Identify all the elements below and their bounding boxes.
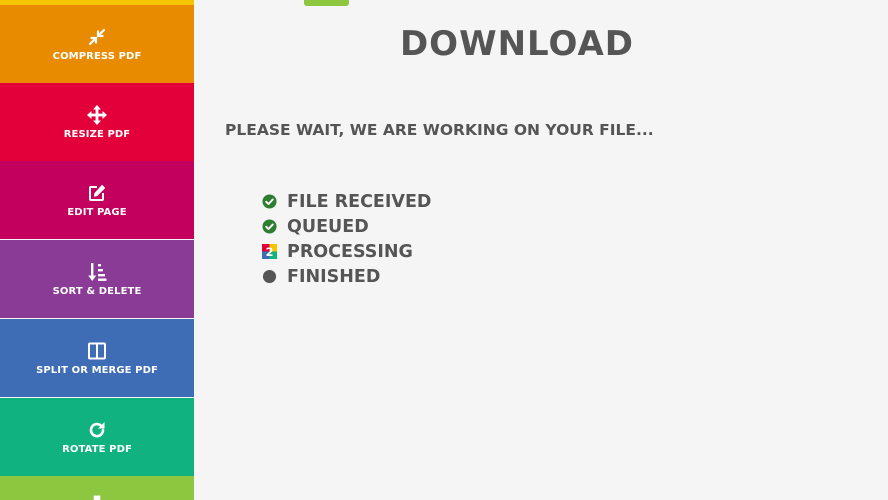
sidebar-item-label: EDIT PAGE bbox=[67, 206, 127, 218]
sidebar-item-compress-pdf[interactable]: COMPRESS PDF bbox=[0, 5, 194, 83]
step-queued: QUEUED bbox=[262, 214, 431, 239]
step-processing: 2 PROCESSING bbox=[262, 239, 431, 264]
check-circle-icon bbox=[262, 219, 277, 234]
arrows-move-icon bbox=[87, 104, 107, 125]
check-circle-icon bbox=[262, 194, 277, 209]
step-label: FINISHED bbox=[287, 266, 381, 287]
progress-steps: FILE RECEIVED QUEUED 2 PROCESSING FINISH… bbox=[262, 189, 431, 289]
sidebar-item-rotate-pdf[interactable]: ROTATE PDF bbox=[0, 398, 194, 476]
edit-icon bbox=[89, 184, 106, 201]
sidebar-item-label: SPLIT OR MERGE PDF bbox=[36, 364, 158, 376]
svg-text:2: 2 bbox=[266, 246, 274, 259]
tab-accent bbox=[304, 0, 349, 6]
sort-icon bbox=[88, 262, 107, 281]
sidebar-item-label: ROTATE PDF bbox=[62, 443, 132, 455]
download-panel: DOWNLOAD PLEASE WAIT, WE ARE WORKING ON … bbox=[194, 0, 888, 500]
processing-icon: 2 bbox=[262, 244, 277, 259]
columns-icon bbox=[88, 342, 106, 359]
wait-message: PLEASE WAIT, WE ARE WORKING ON YOUR FILE… bbox=[225, 121, 654, 139]
step-label: QUEUED bbox=[287, 216, 369, 237]
sidebar-item-label: RESIZE PDF bbox=[63, 128, 131, 140]
sidebar-item-more[interactable] bbox=[0, 476, 194, 500]
step-label: PROCESSING bbox=[287, 241, 413, 262]
sidebar-item-sort-delete[interactable]: SORT & DELETE bbox=[0, 240, 194, 318]
page-title: DOWNLOAD bbox=[399, 24, 635, 64]
sidebar-item-resize-pdf[interactable]: RESIZE PDF bbox=[0, 83, 194, 161]
step-finished: FINISHED bbox=[262, 264, 431, 289]
sidebar-item-edit-page[interactable]: EDIT PAGE bbox=[0, 161, 194, 239]
circle-icon bbox=[262, 269, 277, 284]
rotate-icon bbox=[89, 421, 105, 437]
sidebar-item-label: COMPRESS PDF bbox=[52, 50, 142, 62]
compress-icon bbox=[88, 28, 106, 45]
step-file-received: FILE RECEIVED bbox=[262, 189, 431, 214]
step-label: FILE RECEIVED bbox=[287, 191, 432, 212]
sidebar-item-split-merge-pdf[interactable]: SPLIT OR MERGE PDF bbox=[0, 319, 194, 397]
document-icon bbox=[93, 495, 101, 500]
tools-sidebar: COMPRESS PDF RESIZE PDF EDIT PAGE SORT &… bbox=[0, 0, 194, 500]
sidebar-item-label: SORT & DELETE bbox=[52, 285, 142, 297]
